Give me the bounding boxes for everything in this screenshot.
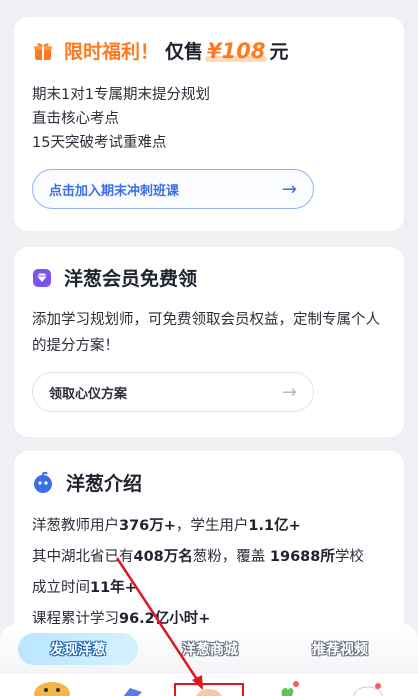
book-icon[interactable]	[118, 686, 146, 696]
intro-title: 洋葱介绍	[32, 469, 142, 496]
join-class-button[interactable]: 点击加入期末冲刺班课 →	[32, 169, 314, 209]
annotation-highlight-box	[174, 683, 244, 696]
promo-line: 直击核心考点	[32, 111, 119, 127]
profile-icon[interactable]	[350, 682, 386, 696]
stat-text: 其中湖北省已有	[32, 549, 134, 565]
price-unit: 元	[269, 41, 289, 63]
stat-value: +	[124, 580, 137, 596]
claim-plan-button[interactable]: 领取心仪方案 →	[32, 372, 314, 412]
stat-line-users: 洋葱教师用户376万+，学生用户1.1亿+	[32, 511, 364, 542]
stat-value: 19688所	[269, 549, 335, 565]
onion-icon	[34, 471, 52, 493]
stat-text: 葱粉，覆盖	[192, 549, 270, 565]
promo-title: 限时福利！ 仅售 ¥108 元	[32, 37, 289, 64]
sale-prefix: 仅售	[165, 41, 204, 63]
plant-icon[interactable]	[270, 680, 304, 696]
tab-recommended-video[interactable]: 推荐视频	[290, 633, 390, 665]
promo-label: 限时福利！	[64, 41, 160, 63]
vip-description: 添加学习规划师，可免费领取会员权益，定制专属个人的提分方案！	[32, 312, 380, 354]
vip-card: 洋葱会员免费领 添加学习规划师，可免费领取会员权益，定制专属个人的提分方案！ 领…	[14, 247, 404, 437]
promo-card: 限时福利！ 仅售 ¥108 元 期末1对1专属期末提分规划 直击核心考点 15天…	[14, 17, 404, 231]
arrow-right-icon: →	[281, 381, 297, 403]
tab-shop[interactable]: 洋葱商城	[160, 633, 260, 665]
promo-line: 期末1对1专属期末提分规划	[32, 87, 210, 103]
intro-card: 洋葱介绍 洋葱教师用户376万+，学生用户1.1亿+ 其中湖北省已有408万名葱…	[14, 451, 404, 651]
promo-line: 15天突破考试重难点	[32, 135, 167, 151]
claim-plan-label: 领取心仪方案	[49, 386, 128, 402]
diamond-icon	[33, 268, 51, 287]
vip-title-text: 洋葱会员免费领	[64, 268, 198, 290]
tab-discover[interactable]: 发现洋葱	[18, 633, 138, 665]
stat-text: 成立时间	[32, 580, 90, 596]
mascot-icon[interactable]	[30, 680, 74, 696]
stat-value: 376万+	[119, 518, 176, 534]
bottom-tab-bar: 发现洋葱 洋葱商城 推荐视频	[0, 624, 418, 674]
promo-lines: 期末1对1专属期末提分规划 直击核心考点 15天突破考试重难点	[32, 83, 210, 155]
stat-line-founded: 成立时间11年+	[32, 573, 364, 604]
stat-text: 学校	[334, 549, 364, 565]
stat-text: ，学生用户	[175, 518, 249, 534]
join-class-label: 点击加入期末冲刺班课	[49, 183, 180, 199]
stat-value: 408万名	[133, 549, 193, 565]
intro-stats: 洋葱教师用户376万+，学生用户1.1亿+ 其中湖北省已有408万名葱粉，覆盖 …	[32, 511, 364, 635]
stat-value: 1.1亿+	[248, 518, 301, 534]
price: ¥108	[207, 38, 266, 63]
stat-text: 洋葱教师用户	[32, 518, 119, 534]
stat-value: 11年	[90, 580, 125, 596]
stat-line-hubei: 其中湖北省已有408万名葱粉，覆盖 19688所学校	[32, 542, 364, 573]
arrow-right-icon: →	[281, 178, 297, 200]
gift-icon	[34, 42, 52, 60]
intro-title-text: 洋葱介绍	[66, 473, 143, 495]
vip-title: 洋葱会员免费领	[32, 264, 197, 291]
